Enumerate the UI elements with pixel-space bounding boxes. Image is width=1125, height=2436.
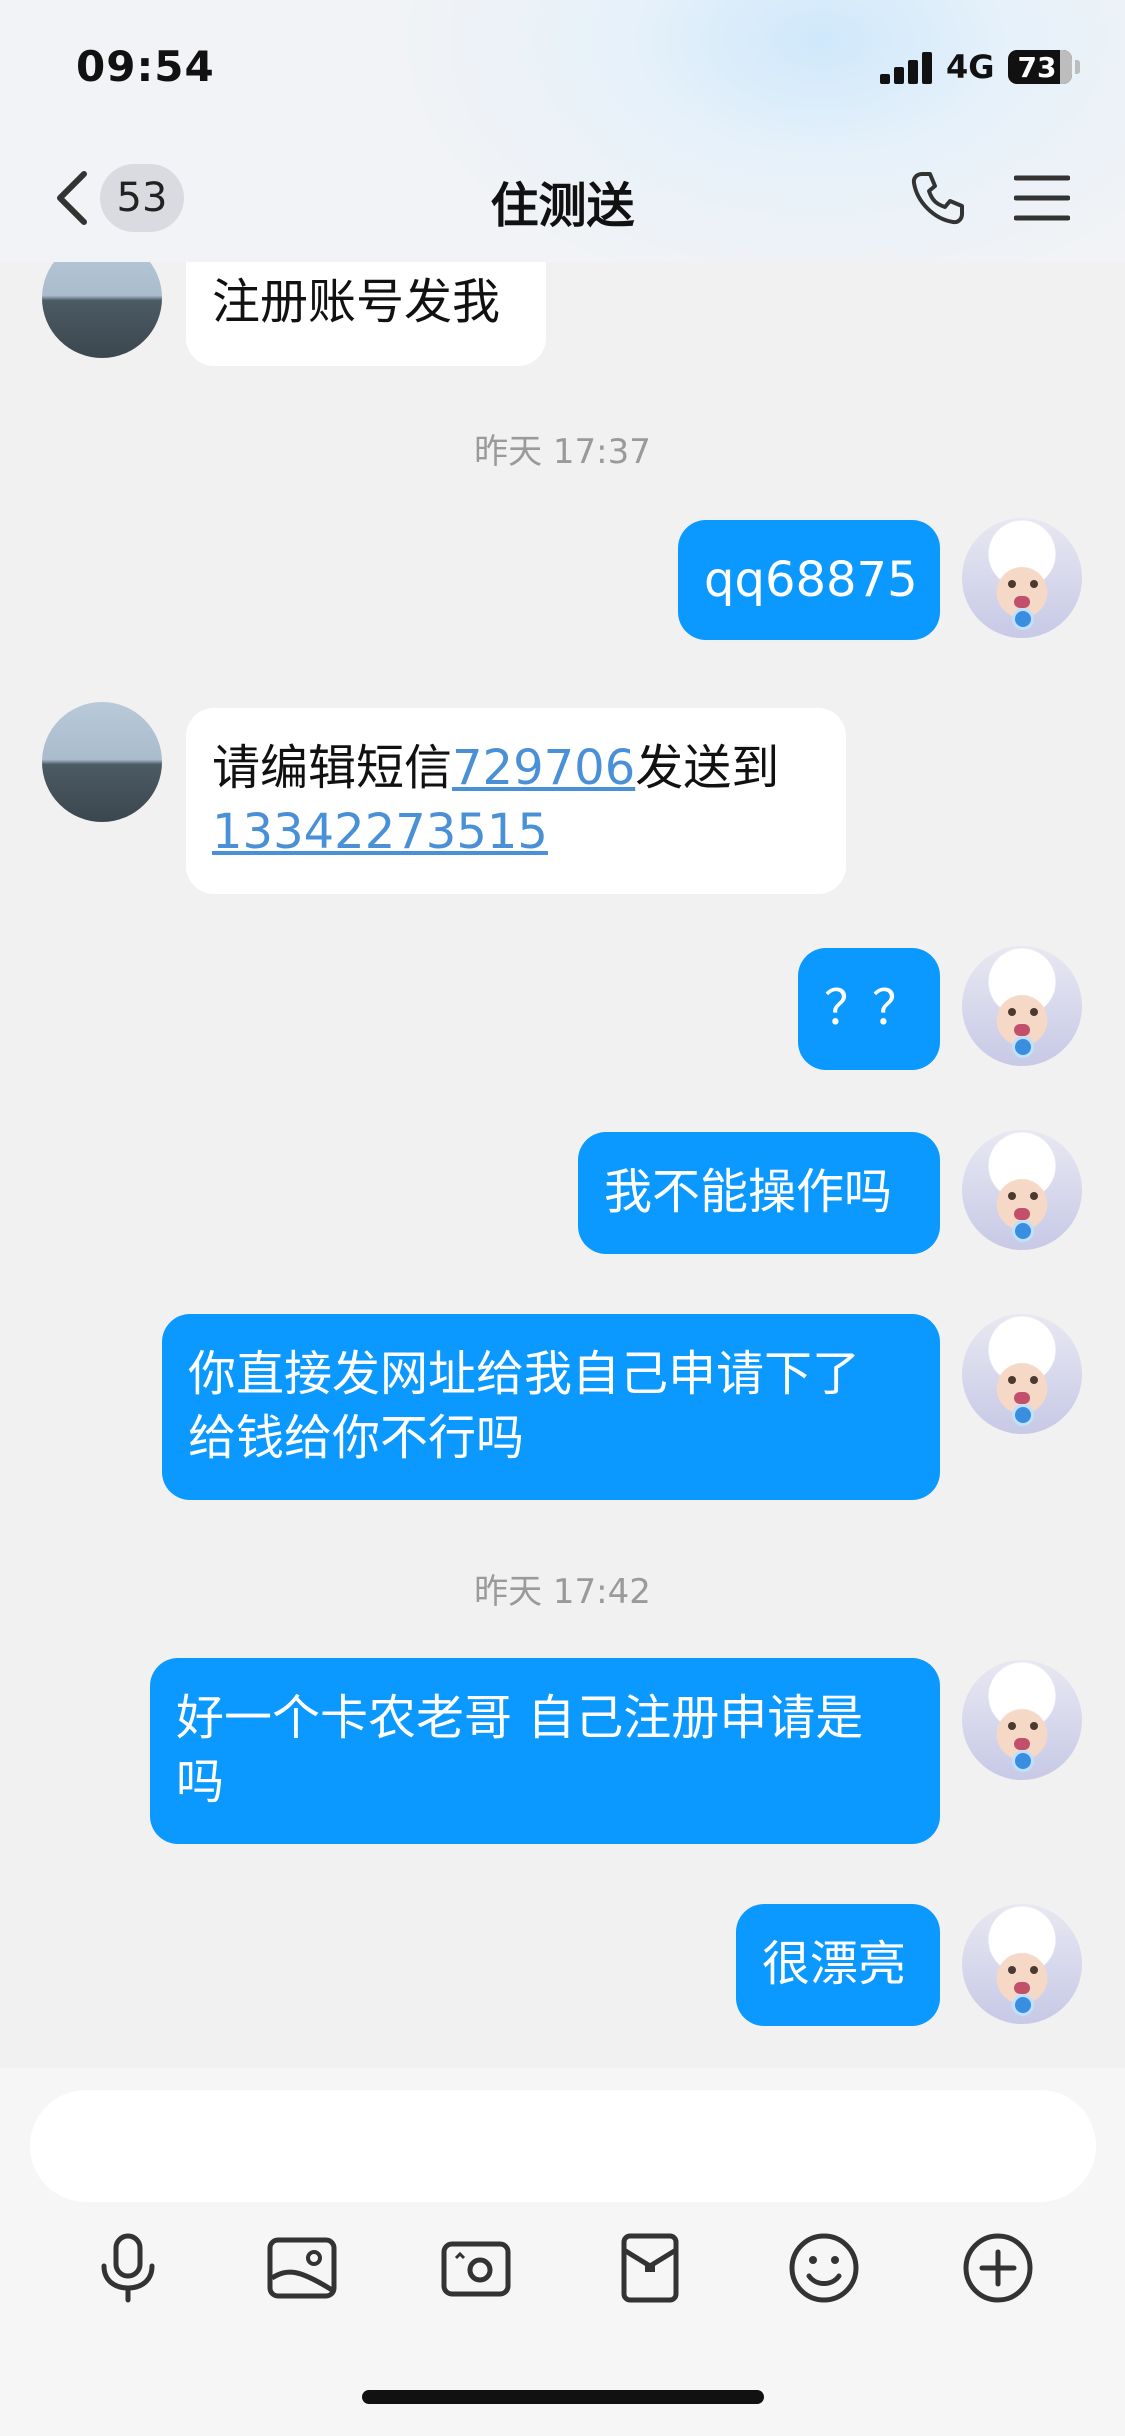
home-indicator[interactable] [362,2390,764,2404]
my-avatar[interactable] [962,1130,1082,1250]
avatar-eye [1008,580,1016,588]
battery-tip [1075,60,1080,74]
avatar-mouth [1014,1982,1030,1994]
composer [0,2068,1125,2436]
message-text: 发送到 [635,740,780,796]
message-line: 吗 [176,1754,225,1810]
outgoing-message-bubble[interactable]: 你直接发网址给我自己申请下了 给钱给你不行吗 [162,1314,940,1500]
avatar-pacifier [1012,1220,1034,1242]
avatar-eye [1030,580,1038,588]
avatar-eye [1030,1192,1038,1200]
avatar-eye [1008,1192,1016,1200]
my-avatar[interactable] [962,1660,1082,1780]
phone-number-link[interactable]: 13342273515 [212,804,548,860]
avatar-eye [1008,1966,1016,1974]
outgoing-message-bubble[interactable]: qq68875 [678,520,940,640]
avatar-mouth [1014,1208,1030,1220]
avatar-eye [1008,1722,1016,1730]
message-text: 我不能操作吗 [604,1164,893,1220]
camera-icon[interactable] [436,2228,516,2308]
avatar-pacifier [1012,1404,1034,1426]
battery-level: 73 [1017,50,1057,84]
status-time: 09:54 [76,42,215,91]
message-timestamp: 昨天 17:37 [474,432,651,472]
avatar-eye [1030,1722,1038,1730]
emoji-icon[interactable] [784,2228,864,2308]
message-text: ？？ [824,980,921,1036]
plus-icon[interactable] [958,2228,1038,2308]
message-text: qq68875 [704,552,918,608]
avatar-eye [1030,1376,1038,1384]
avatar-pacifier [1012,1994,1034,2016]
message-text: 请编辑短信 [212,740,453,796]
verification-code-link[interactable]: 729706 [452,740,635,796]
avatar-pacifier [1012,608,1034,630]
message-line: 13342273515 [212,800,820,864]
microphone-icon[interactable] [88,2228,168,2308]
avatar-mouth [1014,1024,1030,1036]
chat-header: 09:54 4G 73 53 住测送 [0,0,1125,262]
message-timestamp: 昨天 17:42 [474,1572,651,1612]
outgoing-message-bubble[interactable]: 很漂亮 [736,1904,940,2026]
menu-icon[interactable] [1014,174,1070,222]
phone-call-icon[interactable] [908,168,968,228]
avatar-eye [1030,1966,1038,1974]
chat-screen: 09:54 4G 73 53 住测送 注册账号发我 昨天 17:37 qq688… [0,0,1125,2436]
red-packet-icon[interactable] [610,2228,690,2308]
message-line: 好一个卡农老哥 自己注册申请是 [176,1690,864,1746]
my-avatar[interactable] [962,1314,1082,1434]
battery-icon: 73 [1008,50,1072,84]
avatar-mouth [1014,596,1030,608]
avatar-eye [1008,1008,1016,1016]
contact-avatar[interactable] [42,702,162,822]
avatar-pacifier [1012,1750,1034,1772]
outgoing-message-bubble[interactable]: 好一个卡农老哥 自己注册申请是 吗 [150,1658,940,1844]
incoming-message-bubble[interactable]: 请编辑短信729706发送到 13342273515 [186,708,846,894]
message-line: 请编辑短信729706发送到 [212,736,820,800]
message-text: 很漂亮 [762,1936,907,1992]
network-type: 4G [946,48,995,86]
message-input[interactable] [30,2090,1096,2202]
my-avatar[interactable] [962,1904,1082,2024]
avatar-pacifier [1012,1036,1034,1058]
avatar-mouth [1014,1738,1030,1750]
avatar-mouth [1014,1392,1030,1404]
my-avatar[interactable] [962,518,1082,638]
cellular-signal-icon [880,52,934,84]
avatar-eye [1008,1376,1016,1384]
image-icon[interactable] [262,2228,342,2308]
message-text: 注册账号发我 [212,274,501,330]
outgoing-message-bubble[interactable]: ？？ [798,948,940,1070]
my-avatar[interactable] [962,946,1082,1066]
message-line: 你直接发网址给我自己申请下了 [188,1346,861,1402]
outgoing-message-bubble[interactable]: 我不能操作吗 [578,1132,940,1254]
message-line: 给钱给你不行吗 [188,1410,525,1466]
avatar-eye [1030,1008,1038,1016]
